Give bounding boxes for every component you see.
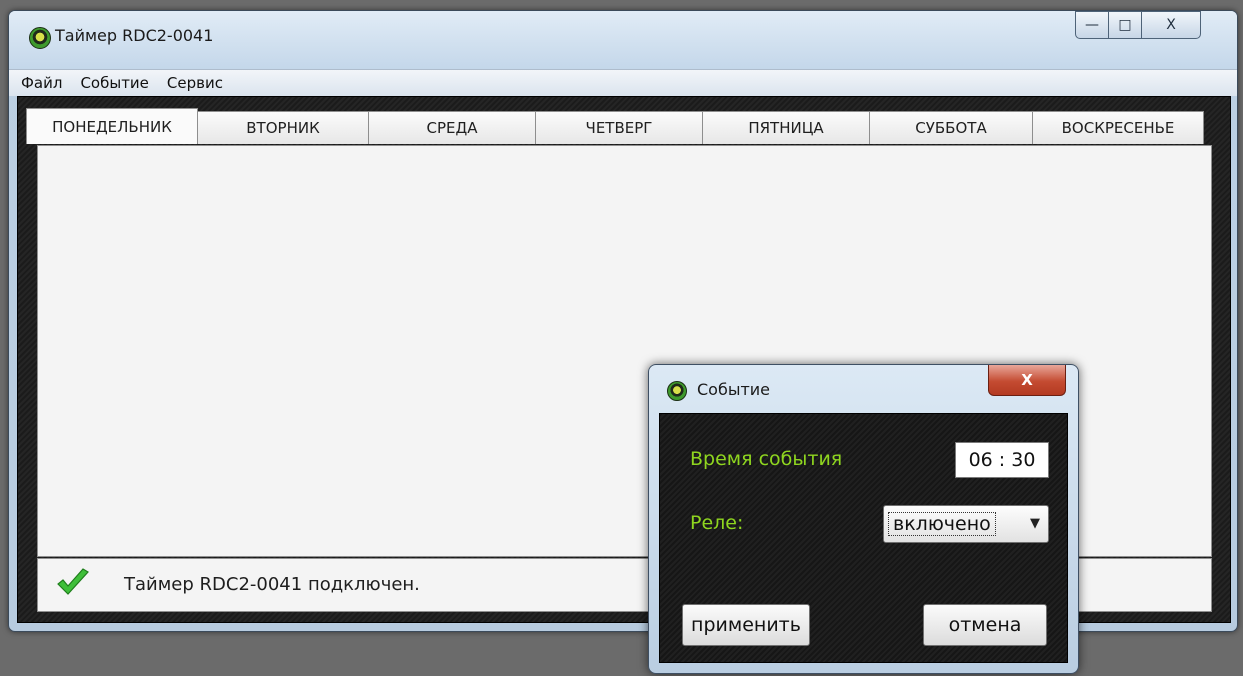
dialog-body: Время события 06 : 30 Реле: включено ▼ п…: [659, 413, 1068, 663]
time-input[interactable]: 06 : 30: [955, 442, 1049, 478]
tab-monday[interactable]: ПОНЕДЕЛЬНИК: [26, 108, 198, 144]
tab-thursday[interactable]: ЧЕТВЕРГ: [535, 111, 703, 144]
tab-wednesday[interactable]: СРЕДА: [368, 111, 536, 144]
menu-event[interactable]: Событие: [80, 74, 148, 92]
tab-sunday[interactable]: ВОСКРЕСЕНЬЕ: [1032, 111, 1204, 144]
app-icon: [29, 27, 51, 49]
check-icon: [57, 568, 89, 595]
cancel-button[interactable]: отмена: [923, 604, 1047, 646]
time-label: Время события: [690, 448, 843, 470]
minimize-button[interactable]: —: [1075, 11, 1109, 39]
apply-button[interactable]: применить: [682, 604, 810, 646]
chevron-down-icon: ▼: [1030, 516, 1040, 531]
status-text: Таймер RDC2-0041 подключен.: [124, 574, 420, 595]
tab-saturday[interactable]: СУББОТА: [869, 111, 1033, 144]
relay-select-value: включено: [888, 512, 996, 536]
title-bar: Таймер RDC2-0041 — □ X: [9, 11, 1237, 69]
dialog-title: Событие: [697, 380, 771, 399]
dialog-app-icon: [667, 381, 687, 401]
close-button[interactable]: X: [1141, 11, 1201, 39]
menu-bar: Файл Событие Сервис: [9, 69, 1237, 96]
window-title: Таймер RDC2-0041: [55, 26, 214, 45]
relay-select[interactable]: включено ▼: [883, 505, 1049, 543]
tab-tuesday[interactable]: ВТОРНИК: [197, 111, 369, 144]
tab-friday[interactable]: ПЯТНИЦА: [702, 111, 870, 144]
dialog-close-button[interactable]: X: [988, 365, 1066, 396]
relay-label: Реле:: [690, 512, 744, 534]
menu-service[interactable]: Сервис: [167, 74, 223, 92]
event-dialog: Событие X Время события 06 : 30 Реле: вк…: [648, 364, 1079, 674]
menu-file[interactable]: Файл: [21, 74, 62, 92]
maximize-button[interactable]: □: [1108, 11, 1142, 39]
day-tabs: ПОНЕДЕЛЬНИК ВТОРНИК СРЕДА ЧЕТВЕРГ ПЯТНИЦ…: [26, 108, 1204, 145]
